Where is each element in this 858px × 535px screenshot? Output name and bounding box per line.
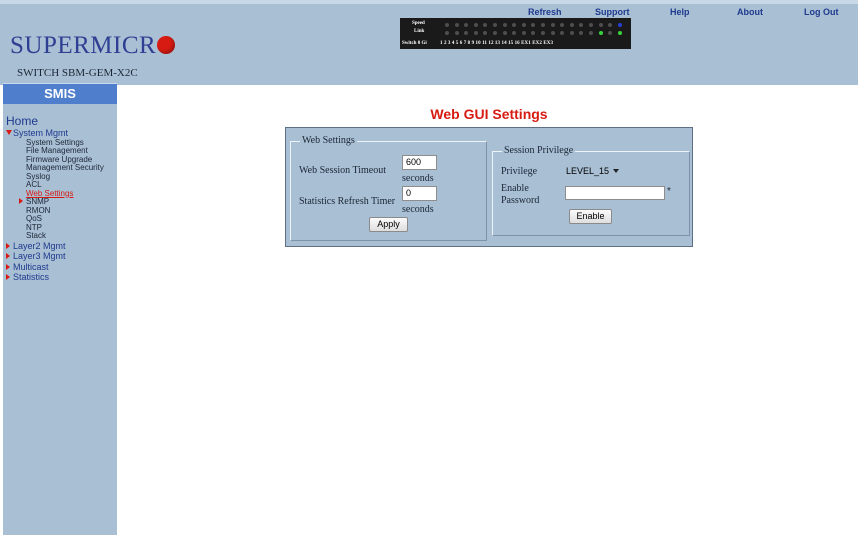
- sidebar-item-layer3-mgmt[interactable]: Layer3 Mgmt: [6, 251, 116, 262]
- speed-led-port-18: [608, 23, 613, 27]
- sidebar-item-snmp[interactable]: SNMP: [6, 197, 116, 207]
- speed-led-port-5: [483, 23, 488, 27]
- speed-led-port-15: [579, 23, 584, 27]
- chevron-down-icon: [613, 169, 620, 173]
- port-status-panel: Speed Link Switch 0 Gi 1 2 3 4 5 6 7 8 9…: [400, 18, 631, 49]
- port-switch-label: Switch 0 Gi: [402, 41, 427, 46]
- header-top-line: [0, 0, 858, 4]
- nav-about-link[interactable]: About: [737, 7, 763, 17]
- session-privilege-fieldset: Session Privilege Privilege LEVEL_15 Ena…: [492, 145, 690, 236]
- speed-led-port-1: [445, 23, 449, 27]
- enable-password-label-line1: Enable: [501, 183, 529, 194]
- speed-led-port-7: [502, 23, 507, 27]
- speed-led-port-8: [512, 23, 517, 27]
- sidebar-item-rmon[interactable]: RMON: [6, 206, 116, 216]
- apply-button[interactable]: Apply: [369, 217, 408, 232]
- smis-badge: SMIS: [3, 83, 117, 104]
- link-led-port-5: [483, 31, 488, 35]
- collapsed-arrow-icon: [6, 253, 10, 259]
- statistics-refresh-timer-input[interactable]: 0: [402, 186, 437, 201]
- sidebar-item-stack[interactable]: Stack: [6, 231, 116, 241]
- sidebar-item-system-mgmt[interactable]: System Mgmt: [6, 128, 116, 139]
- speed-led-port-10: [531, 23, 536, 27]
- enable-password-label-line2: Password: [501, 195, 540, 206]
- nav-logout-link[interactable]: Log Out: [804, 7, 839, 17]
- speed-led-port-2: [454, 23, 459, 27]
- page-title: Web GUI Settings: [430, 106, 548, 122]
- supermicro-logo: SUPERMICR: [10, 32, 176, 60]
- collapsed-arrow-icon: [19, 198, 23, 204]
- sidebar-item-qos[interactable]: QoS: [6, 214, 116, 224]
- privilege-label: Privilege: [501, 166, 538, 177]
- sidebar-item-ntp[interactable]: NTP: [6, 223, 116, 233]
- speed-led-port-9: [521, 23, 526, 27]
- privilege-select[interactable]: LEVEL_15: [566, 164, 620, 178]
- link-led-port-12: [550, 31, 555, 35]
- speed-led-port-13: [560, 23, 565, 27]
- port-link-label: Link: [414, 29, 425, 34]
- link-led-port-18: [608, 31, 613, 35]
- link-led-port-13: [560, 31, 565, 35]
- logo-text: SUPERMICR: [10, 32, 157, 59]
- speed-led-port-11: [541, 23, 545, 27]
- speed-led-port-4: [473, 23, 478, 27]
- sidebar-item-web-settings[interactable]: Web Settings: [6, 189, 116, 199]
- web-settings-fieldset: Web Settings Web Session Timeout 600 sec…: [290, 135, 487, 241]
- web-settings-legend: Web Settings: [300, 135, 357, 146]
- speed-led-port-17: [598, 23, 603, 27]
- nav-support-link[interactable]: Support: [595, 7, 630, 17]
- link-led-port-3: [464, 31, 469, 35]
- link-led-port-15: [579, 31, 584, 35]
- statistics-refresh-timer-label: Statistics Refresh Timer: [299, 196, 396, 207]
- collapsed-arrow-icon: [6, 263, 10, 270]
- link-led-port-7: [502, 31, 507, 35]
- nav-help-link[interactable]: Help: [670, 7, 690, 17]
- link-led-port-4: [473, 31, 478, 35]
- collapsed-arrow-icon: [6, 274, 10, 280]
- port-speed-label: Speed: [412, 21, 425, 26]
- link-led-port-17: [598, 31, 603, 35]
- sidebar-item-home[interactable]: Home: [6, 115, 116, 128]
- switch-model-name: SWITCH SBM-GEM-X2C: [17, 67, 138, 79]
- enable-button[interactable]: Enable: [569, 209, 612, 224]
- speed-led-port-14: [569, 23, 574, 27]
- sidebar-item-layer2-mgmt[interactable]: Layer2 Mgmt: [6, 241, 116, 252]
- speed-led-port-19: [617, 23, 622, 27]
- port-numbers: 1 2 3 4 5 6 7 8 9 10 11 12 13 14 15 16 E…: [440, 41, 554, 46]
- speed-led-port-16: [589, 23, 593, 27]
- sidebar-menu: Home System Mgmt System Settings File Ma…: [6, 115, 116, 283]
- nav-refresh-link[interactable]: Refresh: [528, 7, 562, 17]
- speed-led-port-3: [464, 23, 469, 27]
- web-session-timeout-input[interactable]: 600: [402, 155, 437, 170]
- required-mark: *: [667, 186, 671, 197]
- link-led-port-14: [569, 31, 574, 35]
- sidebar-item-management-security[interactable]: Management Security: [6, 163, 116, 173]
- sidebar-item-multicast[interactable]: Multicast: [6, 262, 116, 273]
- session-privilege-legend: Session Privilege: [502, 145, 576, 156]
- enable-password-input[interactable]: [565, 186, 665, 200]
- speed-led-port-12: [550, 23, 555, 27]
- sidebar-item-statistics[interactable]: Statistics: [6, 272, 116, 283]
- link-led-port-1: [445, 31, 449, 35]
- sidebar-item-syslog[interactable]: Syslog: [6, 172, 116, 182]
- link-led-port-6: [493, 31, 497, 35]
- speed-led-port-6: [493, 23, 497, 27]
- link-led-port-10: [531, 31, 536, 35]
- link-led-port-11: [541, 31, 545, 35]
- link-led-port-19: [617, 31, 622, 35]
- link-led-port-2: [454, 31, 459, 35]
- timeout-unit-label: seconds: [402, 173, 434, 184]
- web-session-timeout-label: Web Session Timeout: [299, 165, 386, 176]
- logo-red-dot-icon: [157, 36, 176, 54]
- settings-panel: Web Settings Web Session Timeout 600 sec…: [285, 127, 693, 247]
- link-led-port-9: [521, 31, 526, 35]
- link-led-port-16: [589, 31, 593, 35]
- collapsed-arrow-icon: [6, 242, 10, 249]
- refresh-unit-label: seconds: [402, 204, 434, 215]
- expanded-arrow-icon: [6, 130, 12, 135]
- link-led-port-8: [512, 31, 517, 35]
